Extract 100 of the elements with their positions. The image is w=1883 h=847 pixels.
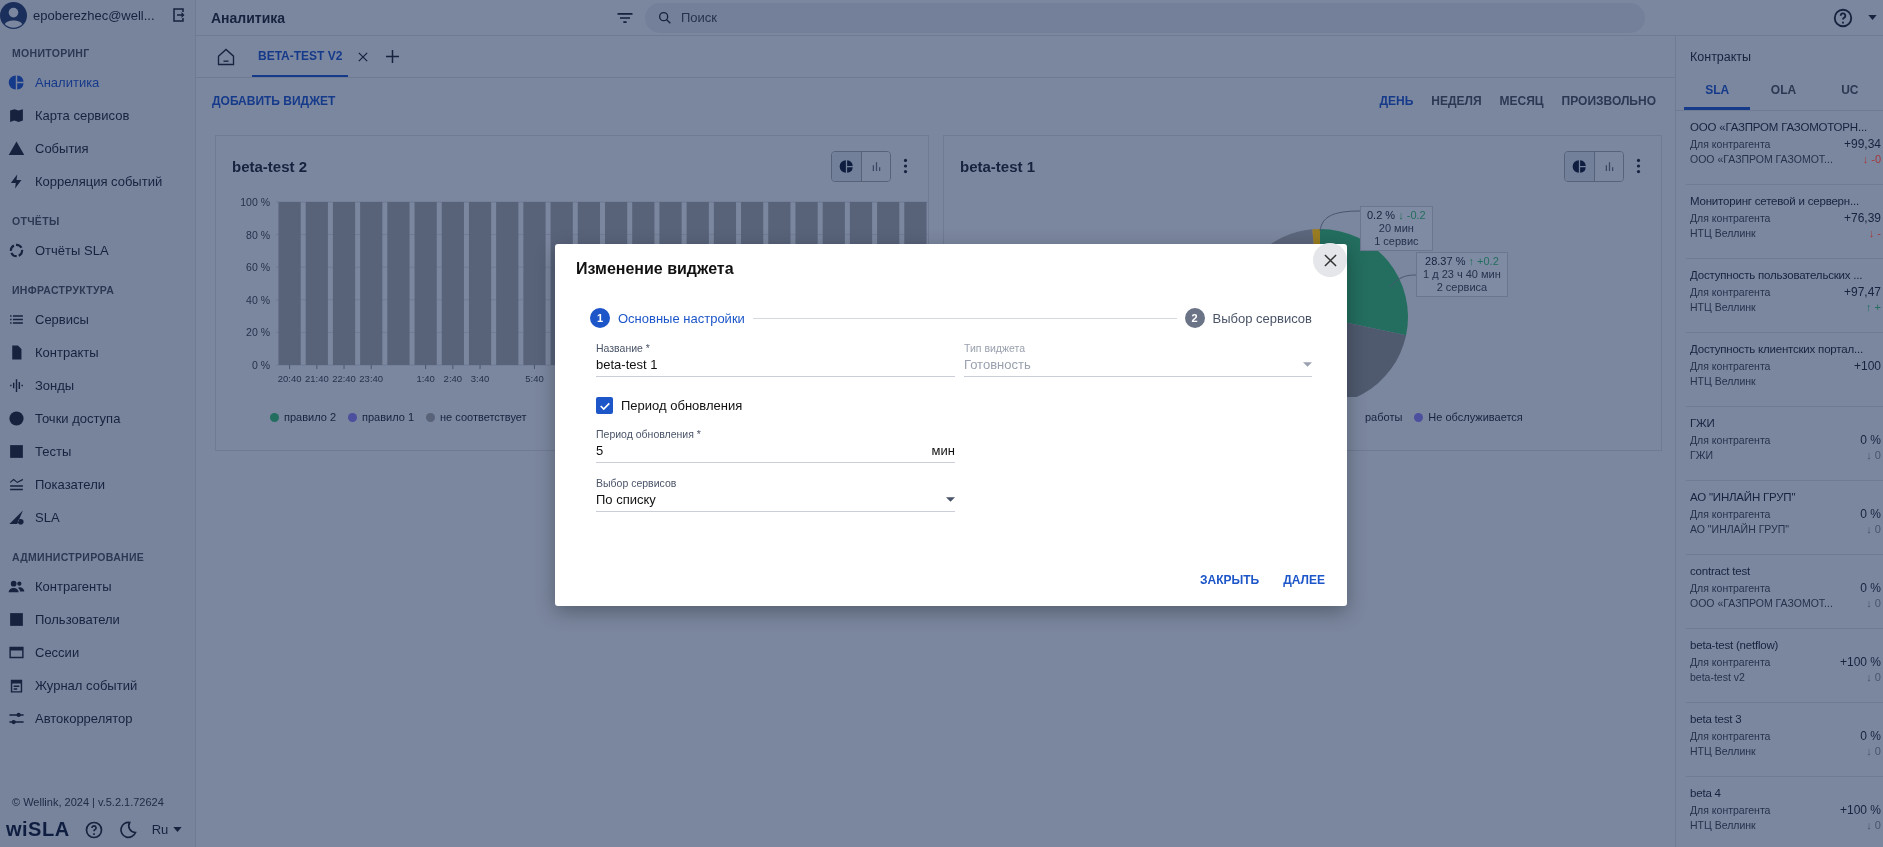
close-icon (1323, 253, 1337, 267)
nav-item[interactable]: SLA (0, 501, 195, 534)
contract-value: +100 (1853, 359, 1881, 374)
moon-icon[interactable] (117, 819, 138, 840)
leader-line (1389, 274, 1417, 288)
step-number[interactable]: 1 (590, 308, 610, 328)
unit-label: мин (927, 440, 955, 463)
section-heading: ОТЧЁТЫ (11, 214, 61, 229)
nav-item[interactable]: Контрагенты (0, 570, 195, 603)
people-icon (8, 578, 25, 595)
view-toggle[interactable] (832, 151, 861, 181)
page-title: Аналитика (211, 9, 287, 26)
nav-item[interactable]: Автокоррелятор (0, 702, 195, 735)
counterparty-name: ООО «ГАЗПРОМ ГАЗОМОТ... (1690, 596, 1833, 611)
triangle-gear-icon (8, 509, 25, 526)
dialog-button[interactable]: ЗАКРЫТЬ (1194, 567, 1266, 593)
nav-item[interactable]: Аналитика (0, 66, 195, 99)
period-tab[interactable]: ПРОИЗВОЛЬНО (1554, 88, 1663, 114)
nav-item[interactable]: Сервисы (0, 303, 195, 336)
nav-item[interactable]: Показатели (0, 468, 195, 501)
tab[interactable]: BETA-TEST V2 (252, 36, 349, 77)
party-label: Для контрагента (1690, 803, 1771, 818)
counterparty-name: НТЦ Веллинк (1690, 226, 1756, 241)
counterparty-name: НТЦ Веллинк (1690, 300, 1756, 315)
contract-name: beta test 3 (1690, 713, 1743, 725)
home-icon[interactable] (216, 46, 236, 67)
period-tab[interactable]: ДЕНЬ (1372, 88, 1421, 114)
step-label[interactable]: Выбор сервисов (1212, 310, 1312, 326)
add-widget-button[interactable]: ДОБАВИТЬ ВИДЖЕТ (205, 88, 343, 114)
nav-item[interactable]: Журнал событий (0, 669, 195, 702)
party-label: Для контрагента (1690, 507, 1771, 522)
contract-item[interactable]: ООО «ГАЗПРОМ ГАЗОМОТОРН... Для контрагента +99,34 ООО «ГАЗПРОМ ГАЗОМОТ... ↓ -0 (1686, 111, 1883, 185)
view-toggle[interactable] (1565, 151, 1594, 181)
pie-chart-icon (839, 158, 854, 174)
change-value: ↑ + (1866, 300, 1881, 315)
help-icon[interactable] (1832, 6, 1854, 29)
period-tab[interactable]: МЕСЯЦ (1492, 88, 1551, 114)
legend-label: Не обслуживается (1428, 411, 1523, 423)
input-field[interactable]: 5 (596, 440, 928, 463)
select-field[interactable]: По списку (596, 489, 955, 512)
callout-services: 2 сервиса (1435, 281, 1489, 294)
close-button[interactable] (1313, 243, 1347, 277)
plus-icon[interactable] (386, 50, 400, 63)
input-field[interactable]: beta-test 1 (596, 354, 955, 377)
contract-tab[interactable]: SLA (1684, 72, 1751, 110)
step-label[interactable]: Основные настройки (618, 310, 745, 326)
more-icon[interactable] (903, 158, 908, 174)
nav-item[interactable]: Корреляция событий (0, 165, 195, 198)
nav-item[interactable]: Зонды (0, 369, 195, 402)
axis-label: 1:40 (416, 373, 435, 384)
more-icon[interactable] (1636, 158, 1641, 174)
callout-duration: 1 д 23 ч 40 мин (1423, 268, 1501, 281)
caret-icon[interactable] (1868, 15, 1877, 20)
party-label: Для контрагента (1690, 137, 1771, 152)
axis-label: 20:40 (277, 373, 302, 384)
period-tab[interactable]: НЕДЕЛЯ (1424, 88, 1489, 114)
nav-item[interactable]: Пользователи (0, 603, 195, 636)
help-icon[interactable] (83, 819, 104, 840)
contract-value: 0 % (1860, 729, 1881, 744)
user-email: epoberezhec@well... (33, 7, 156, 23)
party-label: Для контрагента (1690, 285, 1771, 300)
axis-label: 2:40 (443, 373, 463, 384)
contract-name: Мониторинг сетевой и серверн... (1690, 195, 1860, 207)
section-heading: АДМИНИСТРИРОВАНИЕ (11, 550, 146, 565)
view-toggle[interactable] (1594, 151, 1623, 181)
close-icon[interactable] (358, 51, 369, 62)
step-number[interactable]: 2 (1184, 308, 1205, 328)
avatar-icon[interactable] (0, 1, 27, 29)
checkbox[interactable] (596, 397, 613, 414)
contract-item[interactable]: Мониторинг сетевой и серверн... Для контрагента +76,39 НТЦ Веллинк ↓ - (1686, 185, 1883, 259)
waveform-icon (8, 377, 25, 394)
contract-name: beta-test (netflow) (1690, 639, 1780, 651)
axis-label: 20 % (246, 326, 270, 339)
contract-item[interactable]: Доступность клиентских портал... Для контрагента +100 НТЦ Веллинк (1686, 333, 1883, 407)
counterparty-name: НТЦ Веллинк (1690, 374, 1756, 389)
nav-item[interactable]: Сессии (0, 636, 195, 669)
nav-item[interactable]: Контракты (0, 336, 195, 369)
language-select[interactable]: Ru (151, 822, 183, 837)
pie-chart-icon (8, 74, 25, 91)
contract-value: 0 % (1860, 581, 1881, 596)
party-label: Для контрагента (1690, 729, 1771, 744)
contract-value: 0 % (1860, 433, 1881, 448)
nav-item[interactable]: Точки доступа (0, 402, 195, 435)
contract-tab[interactable]: UC (1816, 72, 1883, 110)
nav-item[interactable]: Карта сервисов (0, 99, 195, 132)
axis-label: 22:40 (332, 373, 356, 384)
contract-value: +100 % (1839, 655, 1881, 670)
view-toggle[interactable] (861, 151, 890, 181)
copyright-text: © Wellink, 2024 | v.5.2.1.72624 (11, 796, 165, 810)
search-field[interactable]: Поиск (645, 2, 1645, 33)
contract-name: ГЖИ (1690, 417, 1716, 429)
contract-tab[interactable]: OLA (1750, 72, 1817, 110)
nav-item[interactable]: Отчёты SLA (0, 234, 195, 267)
dialog-button[interactable]: ДАЛЕЕ (1277, 567, 1331, 593)
legend-label: правило 1 (362, 411, 415, 423)
nav-item[interactable]: События (0, 132, 195, 165)
contract-item[interactable]: Доступность пользовательских ... Для контрагента +97,47 НТЦ Веллинк ↑ + (1686, 259, 1883, 333)
callout-value: 28.37 % (1425, 255, 1466, 267)
contract-name: Доступность клиентских портал... (1690, 343, 1864, 355)
nav-item[interactable]: Тесты (0, 435, 195, 468)
